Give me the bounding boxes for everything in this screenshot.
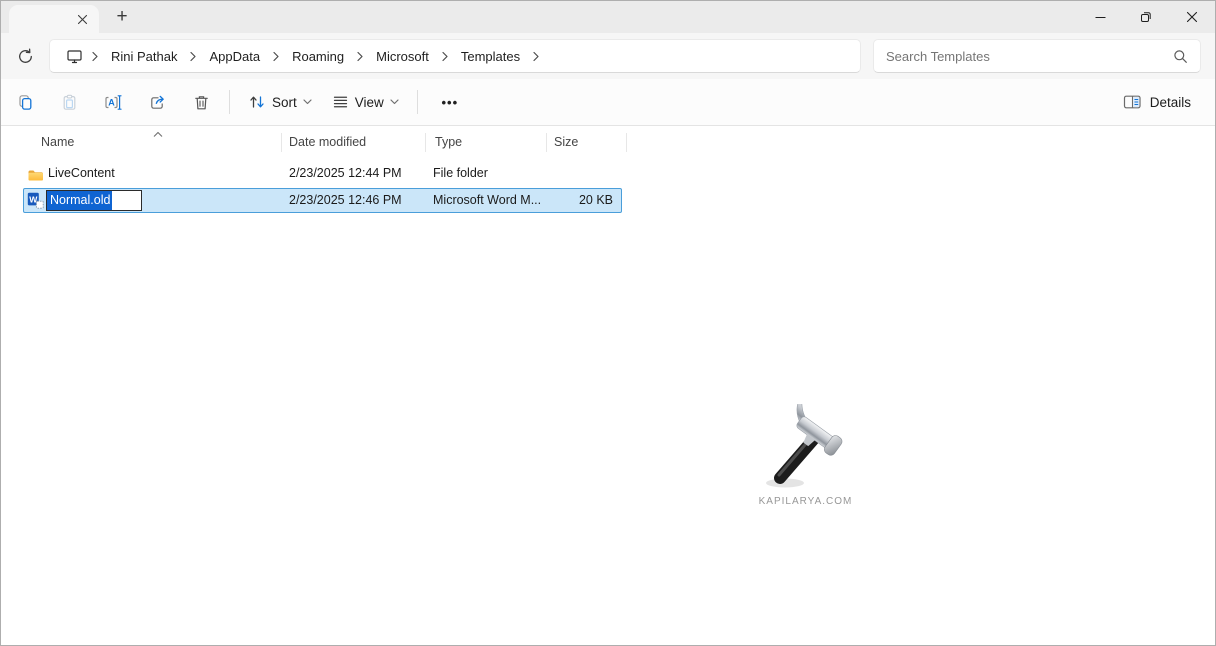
sort-icon [250,96,264,108]
breadcrumb-item-templates[interactable]: Templates [451,49,530,64]
view-icon [333,96,347,108]
column-divider [425,133,426,152]
column-headers: Name Date modified Type Size [1,126,1215,159]
file-date-modified: 2/23/2025 12:46 PM [289,193,402,207]
column-divider [626,133,627,152]
breadcrumb-item-appdata[interactable]: AppData [199,49,270,64]
rename-input[interactable]: Normal.old [46,190,142,211]
column-divider [281,133,282,152]
close-button[interactable] [1169,1,1215,33]
sort-ascending-icon [152,127,164,141]
chevron-down-icon [303,99,312,105]
breadcrumb-item-roaming[interactable]: Roaming [282,49,354,64]
chevron-down-icon [390,99,399,105]
watermark-text: KAPILARYA.COM [758,496,853,507]
share-icon [150,95,164,109]
view-button[interactable]: View [322,84,409,120]
column-header-date-modified[interactable]: Date modified [289,126,366,159]
paste-button[interactable] [49,84,89,120]
column-header-size[interactable]: Size [554,126,578,159]
explorer-tab[interactable] [9,5,99,33]
breadcrumb-item-rini-pathak[interactable]: Rini Pathak [101,49,187,64]
column-header-type[interactable]: Type [435,126,462,159]
details-pane-button[interactable]: Details [1113,84,1201,120]
navigation-row: Rini Pathak AppData Roaming Microsoft Te… [1,33,1215,79]
table-row-livecontent[interactable]: LiveContent 2/23/2025 12:44 PM File fold… [1,159,1215,188]
breadcrumb-chevron-icon[interactable] [270,51,282,62]
breadcrumb-item-microsoft[interactable]: Microsoft [366,49,439,64]
close-icon [1186,11,1198,23]
toolbar-divider [229,90,230,114]
minimize-icon [1095,16,1105,18]
paste-icon [63,94,75,110]
file-name: LiveContent [48,166,115,180]
minimize-button[interactable] [1077,1,1123,33]
trash-icon [194,95,208,109]
monitor-icon [67,49,82,63]
restore-button[interactable] [1123,1,1169,33]
copy-button[interactable] [5,84,45,120]
search-box [873,39,1201,73]
rename-icon: A [105,94,122,110]
view-label: View [354,94,384,110]
tab-close-icon[interactable] [73,10,91,28]
svg-text:A: A [108,97,115,107]
sort-label: Sort [272,94,297,110]
device-breadcrumb-button[interactable] [60,48,89,65]
rename-selected-text: Normal.old [47,191,113,210]
copy-icon [18,94,31,110]
search-icon [1174,49,1187,63]
titlebar: + [1,1,1215,33]
file-size: 20 KB [578,193,613,207]
command-toolbar: A Sort View ••• Details [1,79,1215,126]
restore-icon [1141,12,1151,22]
sort-button[interactable]: Sort [238,84,322,120]
window-controls [1077,1,1215,33]
table-row-normal-old[interactable]: W Normal.old 2/23/2025 12:46 PM Microsof… [1,188,1215,213]
share-button[interactable] [137,84,177,120]
delete-button[interactable] [181,84,221,120]
word-macro-template-icon: W [27,192,44,218]
breadcrumb: Rini Pathak AppData Roaming Microsoft Te… [49,39,861,73]
hammer-icon [765,395,842,488]
breadcrumb-chevron-icon[interactable] [187,51,199,62]
new-tab-button[interactable]: + [109,5,135,29]
refresh-icon [18,48,32,63]
file-list: Name Date modified Type Size LiveContent… [1,126,1215,615]
watermark: KAPILARYA.COM [743,395,868,507]
breadcrumb-chevron-icon[interactable] [439,51,451,62]
refresh-button[interactable] [9,40,41,72]
breadcrumb-chevron-icon[interactable] [530,51,542,62]
details-pane-icon [1123,95,1141,109]
close-icon [77,14,87,24]
file-explorer-window: + Rini Pathak AppData Roaming Microsoft … [0,0,1216,646]
see-more-button[interactable]: ••• [430,84,470,120]
column-divider [546,133,547,152]
file-rows: LiveContent 2/23/2025 12:44 PM File fold… [1,159,1215,213]
file-type: File folder [433,166,488,180]
file-date-modified: 2/23/2025 12:44 PM [289,166,402,180]
toolbar-divider [416,90,418,114]
rename-button[interactable]: A [93,84,133,120]
breadcrumb-chevron-icon[interactable] [89,51,101,62]
details-label: Details [1149,94,1191,110]
breadcrumb-chevron-icon[interactable] [354,51,366,62]
column-header-name[interactable]: Name [41,126,74,159]
search-input[interactable] [886,48,1173,64]
